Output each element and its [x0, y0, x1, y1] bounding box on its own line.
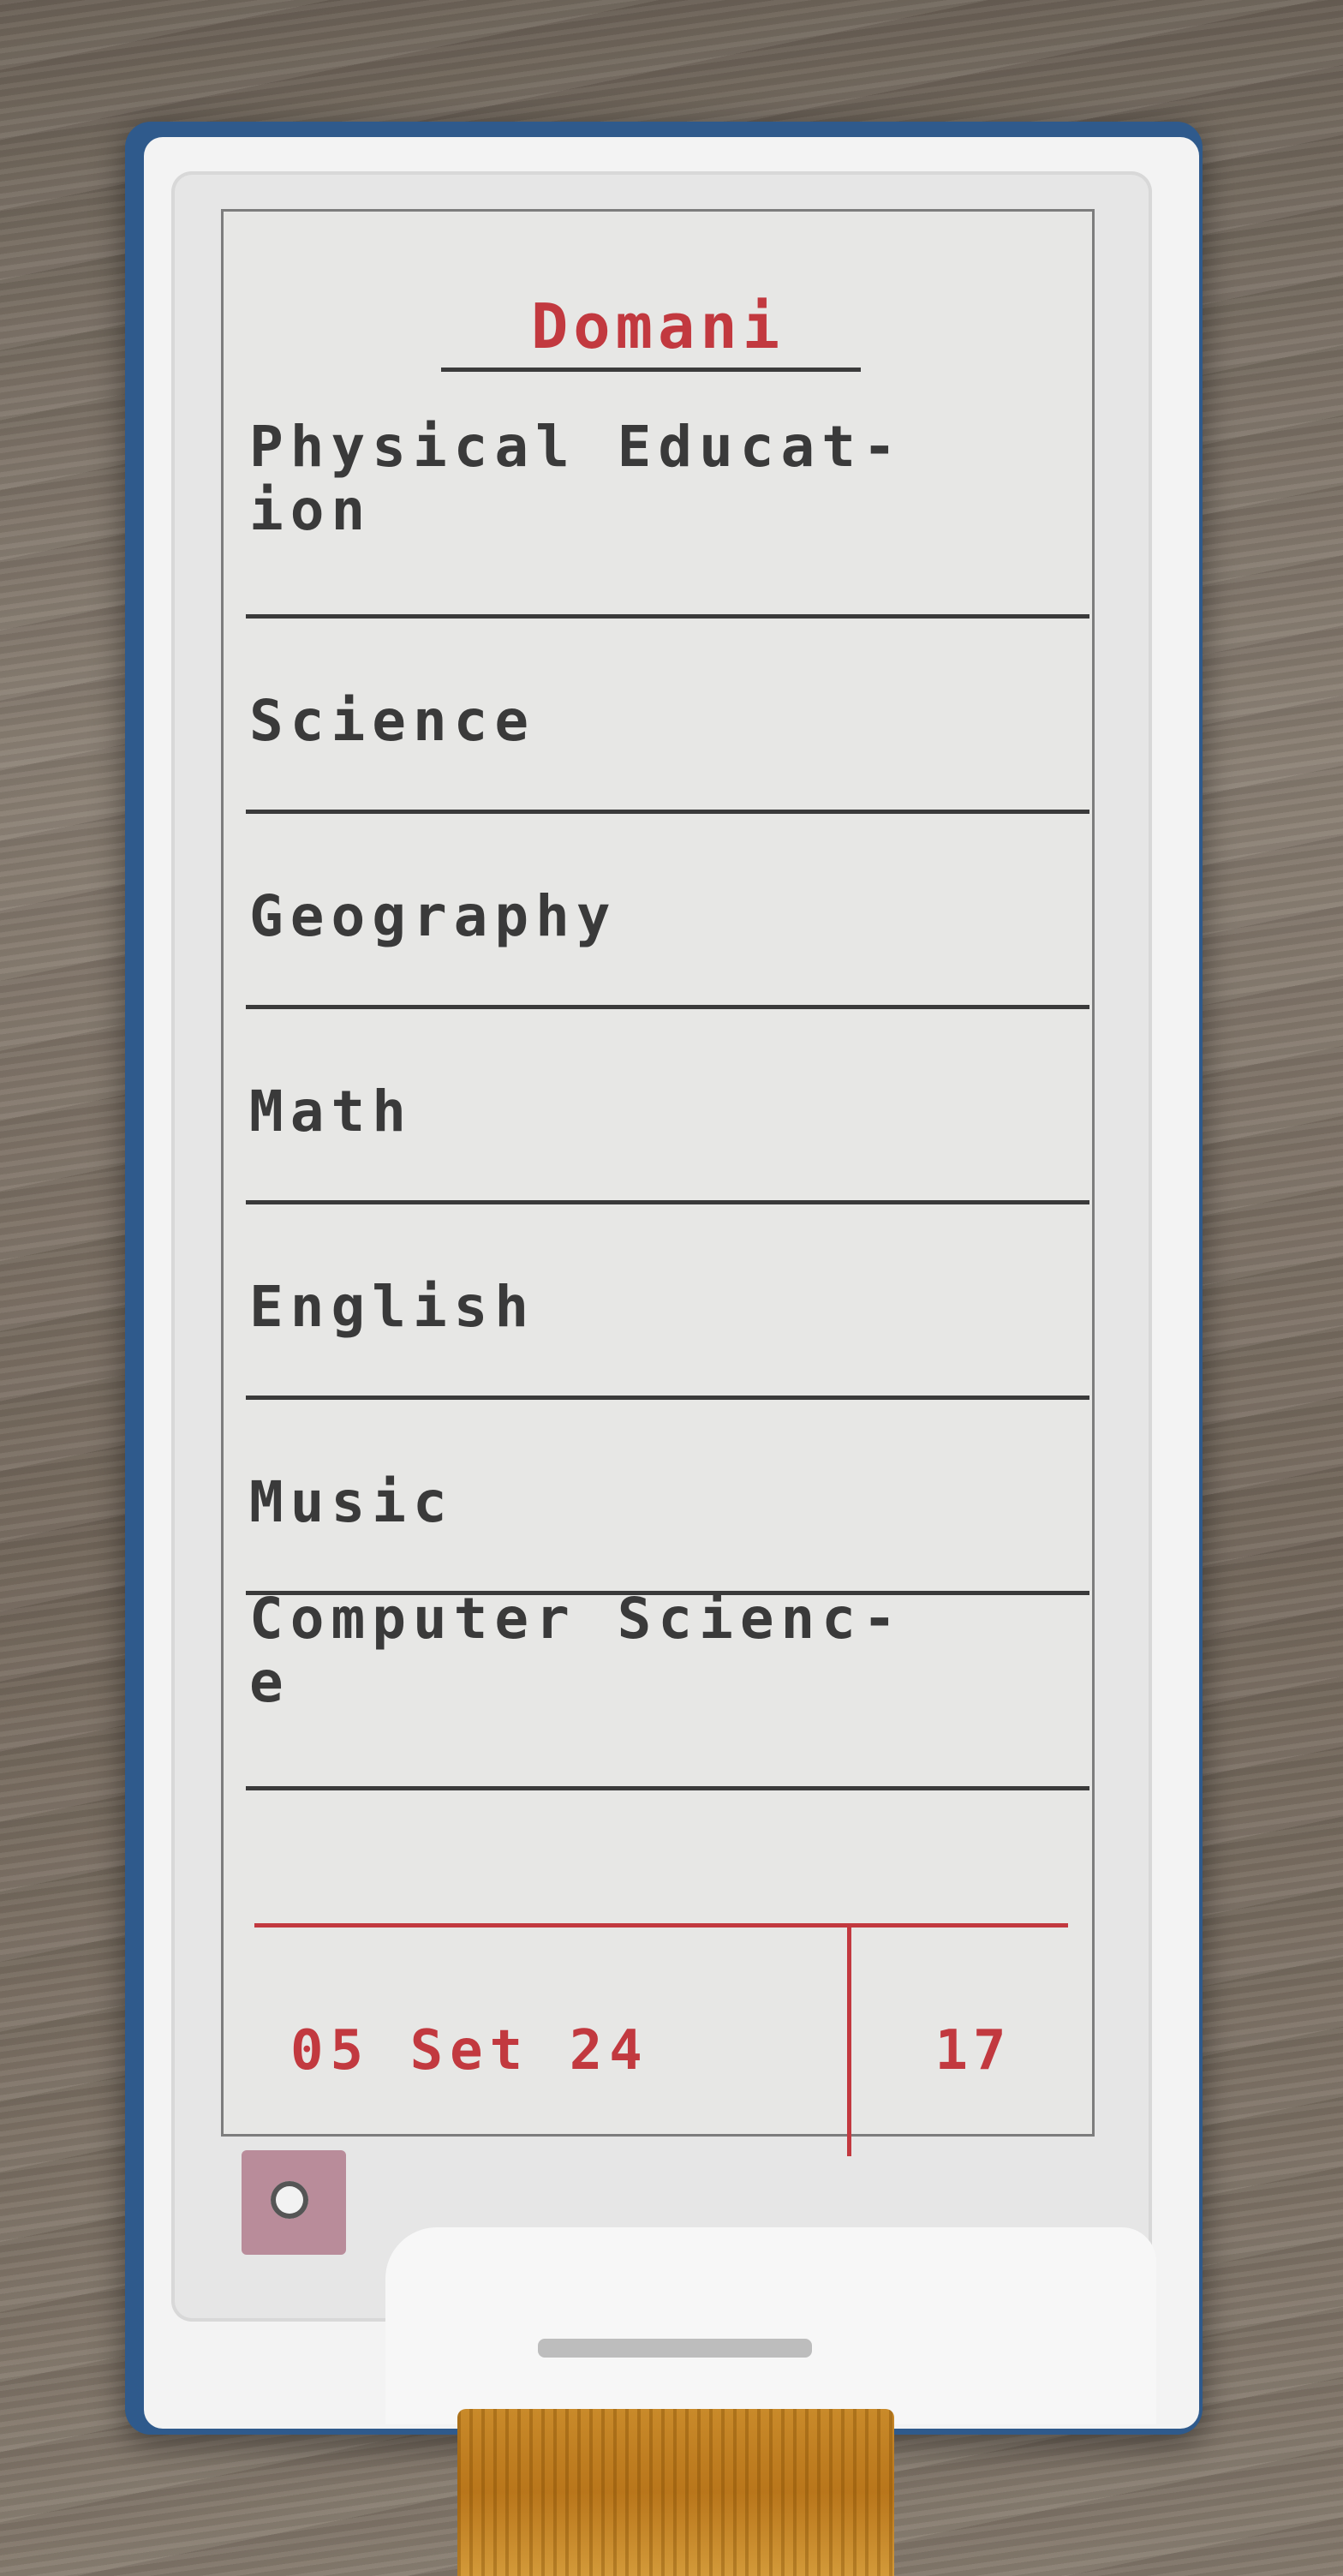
eink-screen: Domani Physical Educat- ion Science Geog…	[221, 209, 1095, 2156]
footer-page-number: 17	[934, 2019, 1012, 2083]
mounting-hole-icon	[271, 2181, 308, 2219]
footer-date: 05 Set 24	[290, 2019, 649, 2083]
list-item: Computer Scienc- e	[246, 1587, 1089, 1862]
subject-label: Music	[249, 1469, 454, 1535]
list-item: Physical Educat- ion	[246, 415, 1089, 690]
subject-divider	[246, 614, 1089, 619]
list-item: English	[246, 1276, 1089, 1471]
subject-label: Physical Educat- ion	[249, 414, 904, 543]
subject-label: Math	[249, 1079, 413, 1145]
ribbon-cable	[457, 2409, 894, 2576]
subject-divider	[246, 1005, 1089, 1009]
subject-divider	[246, 1786, 1089, 1790]
list-item: Science	[246, 690, 1089, 885]
subject-list: Physical Educat- ion Science Geography M…	[246, 415, 1089, 1862]
footer-vertical-divider	[847, 1925, 851, 2156]
footer-divider-line	[254, 1923, 1068, 1928]
list-item: Math	[246, 1080, 1089, 1276]
pcb-lower-tab	[385, 2227, 1156, 2424]
subject-divider	[246, 1396, 1089, 1400]
subject-label: Computer Scienc- e	[249, 1586, 904, 1715]
list-item: Geography	[246, 885, 1089, 1080]
subject-label: Science	[249, 688, 536, 754]
title-underline	[441, 368, 861, 372]
subject-divider	[246, 810, 1089, 814]
subject-label: English	[249, 1274, 536, 1340]
subject-divider	[246, 1200, 1089, 1204]
connector-slot	[538, 2339, 812, 2358]
screen-title: Domani	[530, 290, 785, 362]
corner-pad	[242, 2150, 346, 2255]
subject-label: Geography	[249, 883, 618, 949]
